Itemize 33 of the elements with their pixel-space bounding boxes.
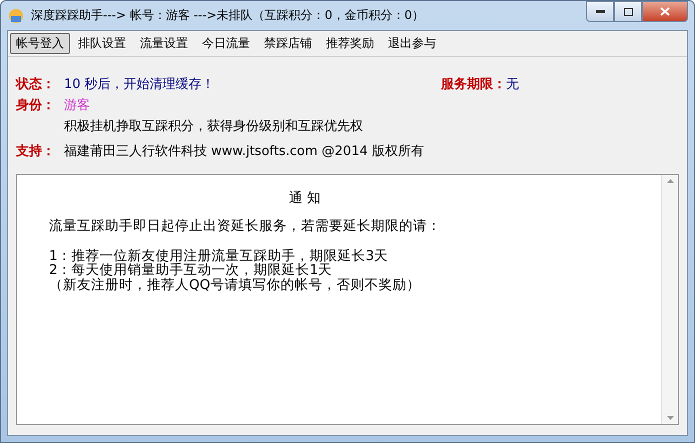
notice-line: （新友注册时，推荐人QQ号请填写你的帐号，否则不奖励）: [49, 278, 422, 292]
support-label: 支持：: [16, 143, 56, 160]
notice-line: 流量互踩助手即日起停止出资延长服务，若需要延长期限的请：: [49, 219, 442, 234]
expiry-label: 服务期限：: [441, 76, 506, 93]
maximize-icon: [624, 8, 632, 16]
scroll-down-icon[interactable]: [666, 416, 674, 420]
close-button[interactable]: [642, 1, 688, 22]
close-icon: [660, 7, 670, 16]
menu-tab[interactable]: 禁踩店铺: [258, 33, 318, 54]
scroll-up-icon[interactable]: [666, 179, 674, 183]
identity-text: 游客: [64, 97, 90, 114]
menu-tab[interactable]: 帐号登入: [10, 33, 70, 54]
expiry-text: 无: [506, 76, 519, 93]
menu-tab[interactable]: 流量设置: [134, 33, 194, 54]
minimize-button[interactable]: [586, 1, 614, 22]
maximize-button[interactable]: [614, 1, 642, 22]
notice-line: 1：推荐一位新友使用注册流量互踩助手，期限延长3天: [49, 249, 390, 264]
notice-title: 通 知: [288, 189, 322, 207]
identity-label: 身份：: [16, 97, 56, 114]
menu-tab[interactable]: 推荐奖励: [320, 33, 380, 54]
minimize-icon: [596, 10, 604, 13]
menu-tab[interactable]: 今日流量: [196, 33, 256, 54]
menu-tab[interactable]: 退出参与: [382, 33, 442, 54]
support-text: 福建莆田三人行软件科技 www.jtsofts.com @2014 版权所有: [64, 143, 424, 160]
menu-tab[interactable]: 排队设置: [72, 33, 132, 54]
window-title: 深度踩踩助手---> 帐号：游客 --->未排队（互踩积分：0，金币积分：0）: [31, 7, 425, 24]
hint-text: 积极挂机挣取互踩积分，获得身份级别和互踩优先权: [64, 118, 363, 135]
app-icon: [7, 6, 25, 24]
status-label: 状态：: [16, 76, 56, 93]
status-text: 10 秒后，开始清理缓存！: [64, 76, 215, 93]
notice-line: 2：每天使用销量助手互动一次，期限延长1天: [49, 263, 334, 278]
notice-field[interactable]: 通 知 流量互踩助手即日起停止出资延长服务，若需要延长期限的请： 1：推荐一位新友使用注册流量互踩助手，期限延长3天 2：每天使用销量助手互动一次，期限延长1天 （新友注册时，推荐人QQ号请填写你的帐号，否则不奖励）: [16, 174, 679, 425]
scrollbar[interactable]: [661, 175, 678, 424]
